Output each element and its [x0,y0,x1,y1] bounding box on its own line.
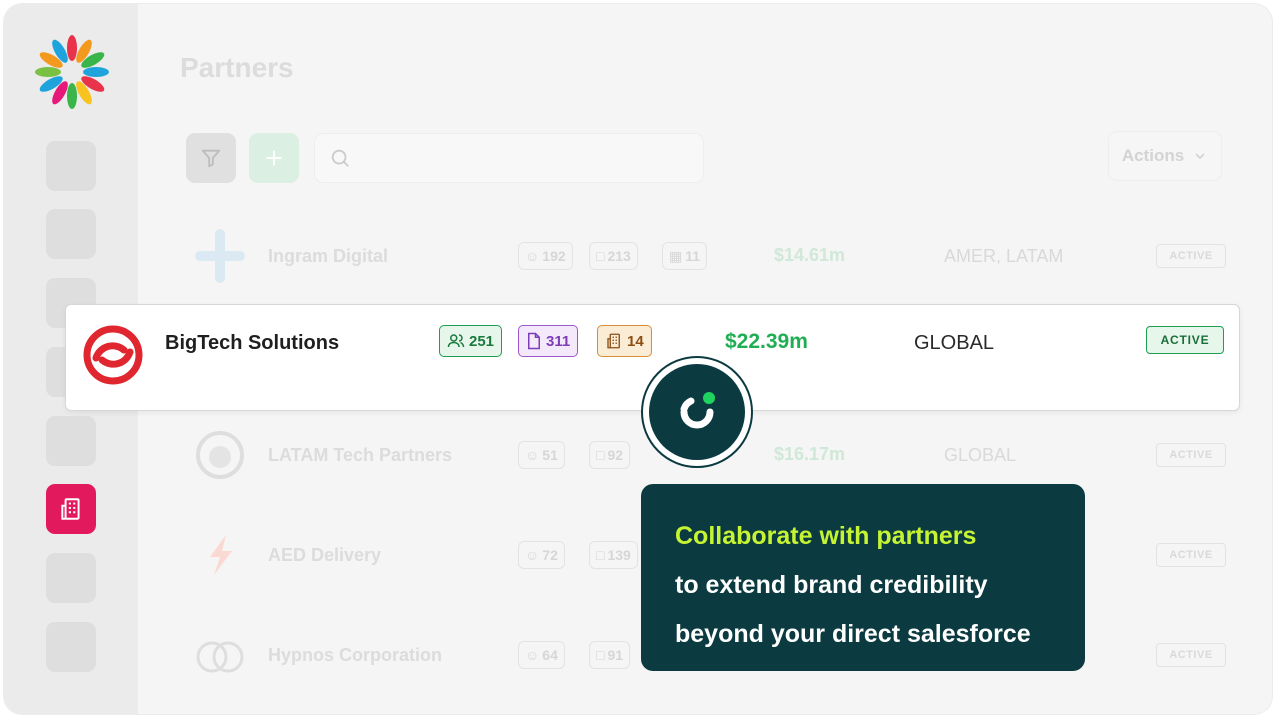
callout-line-3: beyond your direct salesforce [675,620,1031,648]
ingram-logo [195,229,245,283]
users-icon: ☺ [525,447,540,463]
documents-pill: □ 139 [589,541,638,569]
users-icon: ☺ [525,647,540,663]
lion-logo [196,431,244,479]
contacts-pill: ☺ 192 [518,242,573,270]
callout-line-2: to extend brand credibility [675,571,988,599]
actions-label: Actions [1121,146,1185,165]
callout-headline: Collaborate with partners [675,522,977,550]
nav-item-8[interactable] [46,622,96,672]
buildings-pill: 14 [597,325,652,357]
add-partner-button[interactable] [249,133,299,183]
contacts-pill: ☺ 64 [518,641,565,669]
brand-icon [680,392,715,429]
nav-item-5[interactable] [46,416,96,466]
documents-pill: □ 91 [589,641,631,669]
contacts-pill: ☺ 51 [518,441,565,469]
nav-item-1[interactable] [46,141,96,191]
search-icon [331,149,349,167]
document-icon: □ [596,547,605,563]
documents-pill: □ 92 [589,441,631,469]
status-badge: ACTIVE [1146,326,1224,354]
documents-pill: 311 [518,325,579,357]
partner-name: LATAM Tech Partners [268,445,453,465]
app-logo [35,35,109,109]
status-badge: ACTIVE [1156,643,1226,667]
bigtech-logo [83,325,143,385]
status-badge: ACTIVE [1156,443,1226,467]
status-badge: ACTIVE [1156,244,1226,268]
nav-item-partners[interactable] [46,484,96,534]
contacts-pill: ☺ 72 [518,541,565,569]
users-icon: ☺ [525,547,540,563]
aed-logo [210,535,232,575]
chevron-down-icon [1195,153,1205,160]
hypnos-logo [196,641,244,673]
document-icon: □ [596,647,605,663]
partner-value: $14.61m [774,245,846,265]
users-icon [447,334,465,348]
search-input[interactable] [361,149,681,167]
nav-item-7[interactable] [46,553,96,603]
document-icon [528,332,540,350]
partner-value: $22.39m [725,330,808,353]
contacts-pill: 251 [439,325,503,357]
document-icon: □ [596,447,605,463]
nav-item-2[interactable] [46,209,96,259]
actions-dropdown[interactable]: Actions [1108,131,1222,181]
partner-name: AED Delivery [268,545,382,565]
building-icon [61,498,80,520]
filter-icon [201,149,221,168]
partner-name: Hypnos Corporation [268,645,442,665]
users-icon: ☺ [525,248,540,264]
filter-button[interactable] [186,133,236,183]
document-icon: □ [596,248,605,264]
partner-region: AMER, LATAM [944,246,1064,266]
building-icon [607,333,620,349]
feature-callout: Collaborate with partners to extend bran… [641,484,1085,671]
brand-badge [641,356,753,468]
partner-name: Ingram Digital [268,246,389,266]
partner-value: $16.17m [774,444,846,464]
partner-region: GLOBAL [944,445,1017,465]
buildings-pill: ▦ 11 [662,242,708,270]
page-title: Partners [180,52,294,83]
search-box[interactable] [314,133,704,183]
status-badge: ACTIVE [1156,543,1226,567]
partner-region: GLOBAL [914,332,995,354]
partner-name: BigTech Solutions [165,332,340,354]
documents-pill: □ 213 [589,242,638,270]
building-icon: ▦ [669,247,683,264]
table-row[interactable]: Ingram Digital ☺ 192 □ 213 ▦ 11 $14.61m … [186,226,1226,286]
app-window: Partners Actions Ingram Digital ☺ 192 □ … [4,4,1272,714]
plus-icon [266,150,282,166]
